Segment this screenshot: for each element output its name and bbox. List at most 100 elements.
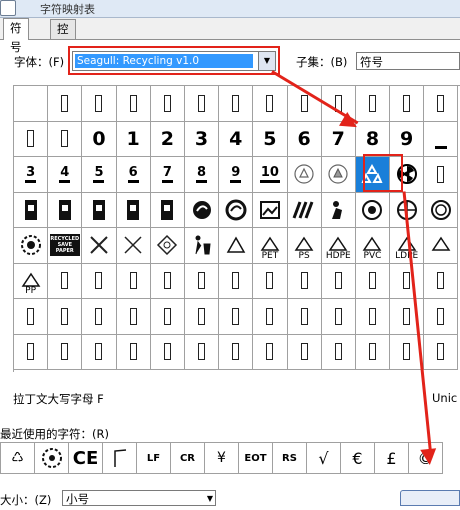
chevron-down-icon[interactable]: ▼ [207, 491, 213, 507]
char-cell[interactable]: 2 [150, 121, 185, 157]
cross-icon[interactable] [116, 228, 151, 264]
char-cell[interactable] [219, 86, 254, 122]
char-cell[interactable] [355, 334, 391, 370]
char-cell[interactable] [14, 121, 49, 157]
diamond-icon[interactable] [150, 228, 185, 264]
char-cell[interactable] [253, 299, 288, 335]
recycle-icon[interactable] [287, 157, 322, 193]
recycle-code-icon[interactable] [424, 228, 459, 264]
char-cell[interactable] [150, 334, 185, 370]
char-cell[interactable] [355, 263, 391, 299]
char-cell[interactable] [150, 86, 185, 122]
char-cell[interactable]: 9 [390, 121, 425, 157]
bin-icon[interactable] [116, 192, 151, 228]
recycle-code-icon[interactable]: PP [14, 263, 49, 299]
char-cell[interactable] [82, 263, 117, 299]
char-cell[interactable] [287, 263, 322, 299]
bin-icon[interactable] [150, 192, 185, 228]
char-cell[interactable]: 1 [116, 121, 151, 157]
char-cell[interactable] [287, 334, 322, 370]
char-cell[interactable] [424, 121, 459, 157]
recent-char[interactable]: LF [136, 442, 171, 474]
char-cell[interactable] [82, 86, 117, 122]
char-cell[interactable]: 9 [219, 157, 254, 193]
char-cell[interactable] [82, 299, 117, 335]
char-cell[interactable]: 5 [253, 121, 288, 157]
recent-char[interactable]: EOT [238, 442, 273, 474]
swirl-icon[interactable] [219, 192, 254, 228]
recycle-code-icon[interactable]: HDPE [321, 228, 356, 264]
char-cell[interactable] [150, 299, 185, 335]
char-cell[interactable]: 0 [82, 121, 117, 157]
char-cell[interactable] [253, 334, 288, 370]
recent-char[interactable]: √ [306, 442, 341, 474]
bin-icon[interactable] [82, 192, 117, 228]
char-cell[interactable] [424, 86, 459, 122]
globe-icon[interactable] [355, 192, 391, 228]
char-cell[interactable] [116, 86, 151, 122]
cross-icon[interactable] [82, 228, 117, 264]
partial-button[interactable] [400, 490, 460, 506]
char-cell[interactable] [14, 299, 49, 335]
subset-dropdown[interactable]: 符号 [356, 52, 460, 70]
char-cell[interactable] [48, 86, 83, 122]
char-cell[interactable] [321, 263, 356, 299]
globe-icon[interactable] [424, 192, 459, 228]
seal-icon[interactable] [14, 228, 49, 264]
char-cell[interactable] [184, 263, 220, 299]
recycle-code-icon[interactable]: PVC [355, 228, 391, 264]
swirl-icon[interactable] [184, 192, 220, 228]
tab-symbols[interactable]: 符号 [3, 18, 29, 54]
char-cell[interactable] [321, 334, 356, 370]
banner-icon[interactable]: RECYCLED SAVE PAPER [48, 228, 83, 264]
char-cell[interactable] [219, 263, 254, 299]
char-cell[interactable] [355, 86, 391, 122]
recent-char[interactable]: ♺ [0, 442, 35, 474]
char-cell[interactable] [48, 299, 83, 335]
recent-char[interactable] [102, 442, 137, 474]
char-cell[interactable]: 3 [184, 121, 220, 157]
char-cell[interactable] [321, 299, 356, 335]
tab-control-chars[interactable]: 控制符 [50, 19, 76, 74]
char-cell[interactable] [184, 86, 220, 122]
recent-char[interactable]: £ [374, 442, 409, 474]
char-cell[interactable] [424, 299, 459, 335]
char-cell[interactable] [184, 334, 220, 370]
recycle-triangle-icon[interactable] [219, 228, 254, 264]
char-cell[interactable] [219, 334, 254, 370]
char-cell[interactable] [116, 334, 151, 370]
char-cell[interactable] [14, 334, 49, 370]
char-cell[interactable] [48, 334, 83, 370]
char-cell[interactable] [219, 299, 254, 335]
char-cell[interactable]: 8 [184, 157, 220, 193]
recent-char[interactable]: ¥ [204, 442, 239, 474]
recent-char[interactable] [34, 442, 69, 474]
char-cell[interactable] [390, 86, 425, 122]
recycle-code-icon[interactable]: PET [253, 228, 288, 264]
person-bin-icon[interactable] [321, 192, 356, 228]
char-cell[interactable] [184, 299, 220, 335]
char-cell[interactable]: 4 [48, 157, 83, 193]
char-cell[interactable] [48, 121, 83, 157]
char-cell[interactable] [287, 299, 322, 335]
char-cell[interactable] [424, 157, 459, 193]
recent-char[interactable]: CR [170, 442, 205, 474]
system-menu-icon[interactable] [0, 0, 16, 16]
image-icon[interactable] [253, 192, 288, 228]
char-cell[interactable] [48, 263, 83, 299]
char-cell[interactable] [116, 263, 151, 299]
char-cell[interactable] [424, 263, 459, 299]
bin-icon[interactable] [48, 192, 83, 228]
char-cell[interactable]: 6 [116, 157, 151, 193]
char-cell[interactable] [355, 299, 391, 335]
char-cell[interactable]: 3 [14, 157, 49, 193]
recent-char[interactable]: CE [68, 442, 103, 474]
char-cell[interactable] [390, 263, 425, 299]
char-cell[interactable]: 4 [219, 121, 254, 157]
logo-icon[interactable] [287, 192, 322, 228]
recycle-icon[interactable] [321, 157, 356, 193]
char-cell[interactable]: 10 [253, 157, 288, 193]
char-cell[interactable] [116, 299, 151, 335]
recycle-code-icon[interactable]: PS [287, 228, 322, 264]
char-cell[interactable] [253, 263, 288, 299]
